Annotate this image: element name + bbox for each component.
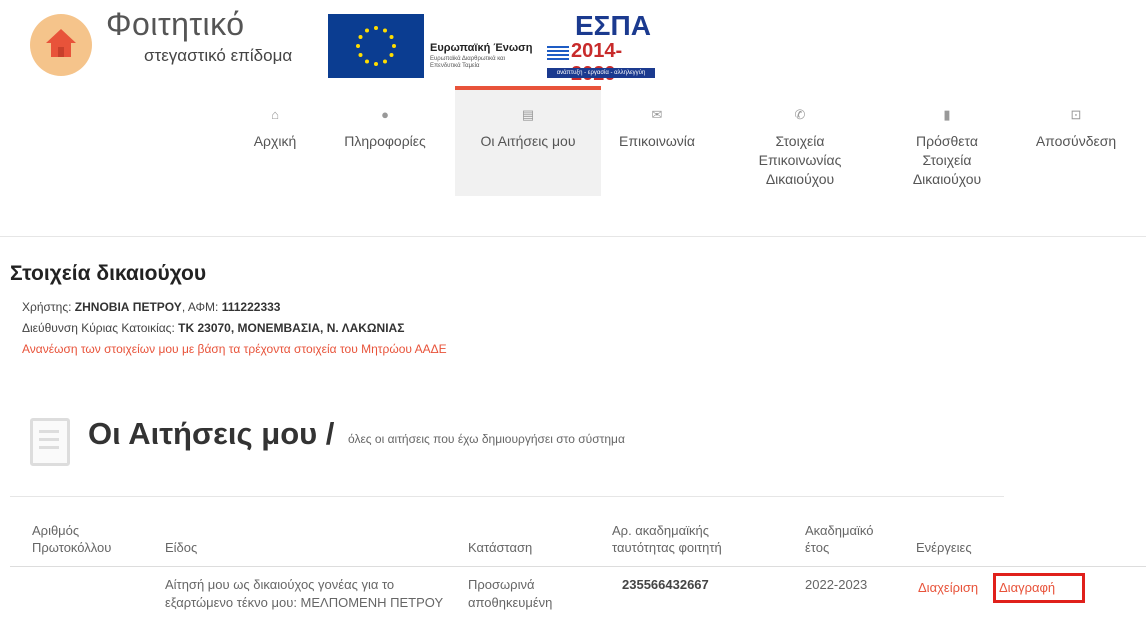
nav-item-label: Αποσύνδεση [1035, 133, 1117, 149]
site-subtitle: στεγαστικό επίδομα [144, 46, 293, 65]
afm-label: ΑΦΜ: [187, 300, 219, 314]
nav-item-beneficiary-contact[interactable]: ✆ Στοιχεία Επικοινωνίας Δικαιούχου [740, 108, 860, 189]
file-icon: ▤ [521, 107, 535, 122]
divider [10, 496, 1004, 497]
user-label: Χρήστης: [22, 300, 72, 314]
home-icon: ⌂ [271, 107, 279, 122]
column-header-type: Είδος [165, 540, 198, 555]
manage-link[interactable]: Διαχείριση [918, 580, 978, 595]
eu-flag-icon [328, 14, 424, 78]
espa-years: 2014-2020 [571, 40, 623, 85]
column-header-actions: Ενέργειες [916, 540, 972, 555]
site-header: Φοιτητικό στεγαστικό επίδομα Ευρωπαϊκή Έ… [0, 0, 1146, 237]
document-icon [30, 418, 70, 466]
user-info: Χρήστης: ΖΗΝΟΒΙΑ ΠΕΤΡΟΥ, ΑΦΜ: 111222333 [22, 300, 281, 314]
row-year: 2022-2023 [805, 577, 868, 592]
afm-value: 111222333 [221, 300, 281, 314]
nav-item-label: Οι Αιτήσεις μου [480, 133, 576, 149]
page-title: Οι Αιτήσεις μου / [88, 416, 335, 451]
nav-item-label: Επικοινωνία [619, 133, 695, 149]
nav-item-label: Πληροφορίες [344, 133, 426, 149]
column-header-year: Ακαδημαϊκό έτος [805, 523, 874, 555]
address-book-icon: ▮ [943, 107, 951, 122]
row-type: Αίτησή μου ως δικαιούχος γονέας για το ε… [165, 577, 444, 610]
address-value: ΤΚ 23070, ΜΟΝΕΜΒΑΣΙΑ, Ν. ΛΑΚΩΝΙΑΣ [178, 321, 405, 335]
nav-item-label: Στοιχεία Επικοινωνίας Δικαιούχου [758, 133, 842, 187]
eu-label: Ευρωπαϊκή Ένωση [430, 42, 533, 54]
row-status: Προσωρινά αποθηκευμένη [468, 577, 553, 610]
column-header-status: Κατάσταση [468, 540, 533, 555]
flag-icon [547, 46, 569, 60]
column-header-student-id: Αρ. ακαδημαϊκής ταυτότητας φοιτητή [612, 523, 722, 555]
user-name: ΖΗΝΟΒΙΑ ΠΕΤΡΟΥ [74, 300, 182, 314]
lock-icon: ⊡ [1070, 107, 1082, 122]
espa-title: ΕΣΠΑ [575, 10, 651, 41]
site-title[interactable]: Φοιτητικό [106, 6, 245, 43]
envelope-icon: ✉ [651, 107, 663, 122]
phone-icon: ✆ [794, 107, 806, 122]
nav-item-additional-info[interactable]: ▮ Πρόσθετα Στοιχεία Δικαιούχου [892, 108, 1002, 189]
renew-link[interactable]: Ανανέωση των στοιχείων μου με βάση τα τρ… [22, 342, 447, 356]
nav-item-contact[interactable]: ✉ Επικοινωνία [612, 108, 702, 151]
address-info: Διεύθυνση Κύριας Κατοικίας: ΤΚ 23070, ΜΟ… [22, 321, 404, 335]
nav-item-home[interactable]: ⌂ Αρχική [240, 108, 310, 151]
row-student-id: 235566432667 [622, 577, 709, 592]
nav-active-indicator [455, 86, 601, 90]
nav-item-info[interactable]: ● Πληροφορίες [330, 108, 440, 151]
delete-highlight-box [993, 573, 1085, 603]
house-logo-icon[interactable] [30, 14, 92, 76]
nav-item-label: Αρχική [253, 133, 297, 149]
espa-slogan: ανάπτυξη - εργασία - αλληλεγγύη [547, 68, 655, 78]
table-header-divider [10, 566, 1146, 567]
eu-fund-label: Ευρωπαϊκά Διαρθρωτικά και Επενδυτικά Ταμ… [430, 56, 505, 69]
address-label: Διεύθυνση Κύριας Κατοικίας: [22, 321, 175, 335]
nav-item-label: Πρόσθετα Στοιχεία Δικαιούχου [912, 133, 982, 187]
nav-item-applications[interactable]: ▤ Οι Αιτήσεις μου [455, 108, 601, 151]
beneficiary-heading: Στοιχεία δικαιούχου [10, 262, 207, 285]
page-subtitle: όλες οι αιτήσεις που έχω δημιουργήσει στ… [348, 432, 625, 446]
nav-item-logout[interactable]: ⊡ Αποσύνδεση [1024, 108, 1128, 151]
espa-logo: ΕΣΠΑ 2014-2020 ανάπτυξη - εργασία - αλλη… [545, 10, 657, 85]
info-icon: ● [381, 107, 389, 122]
column-header-protocol: Αριθμός Πρωτοκόλλου [32, 523, 112, 555]
